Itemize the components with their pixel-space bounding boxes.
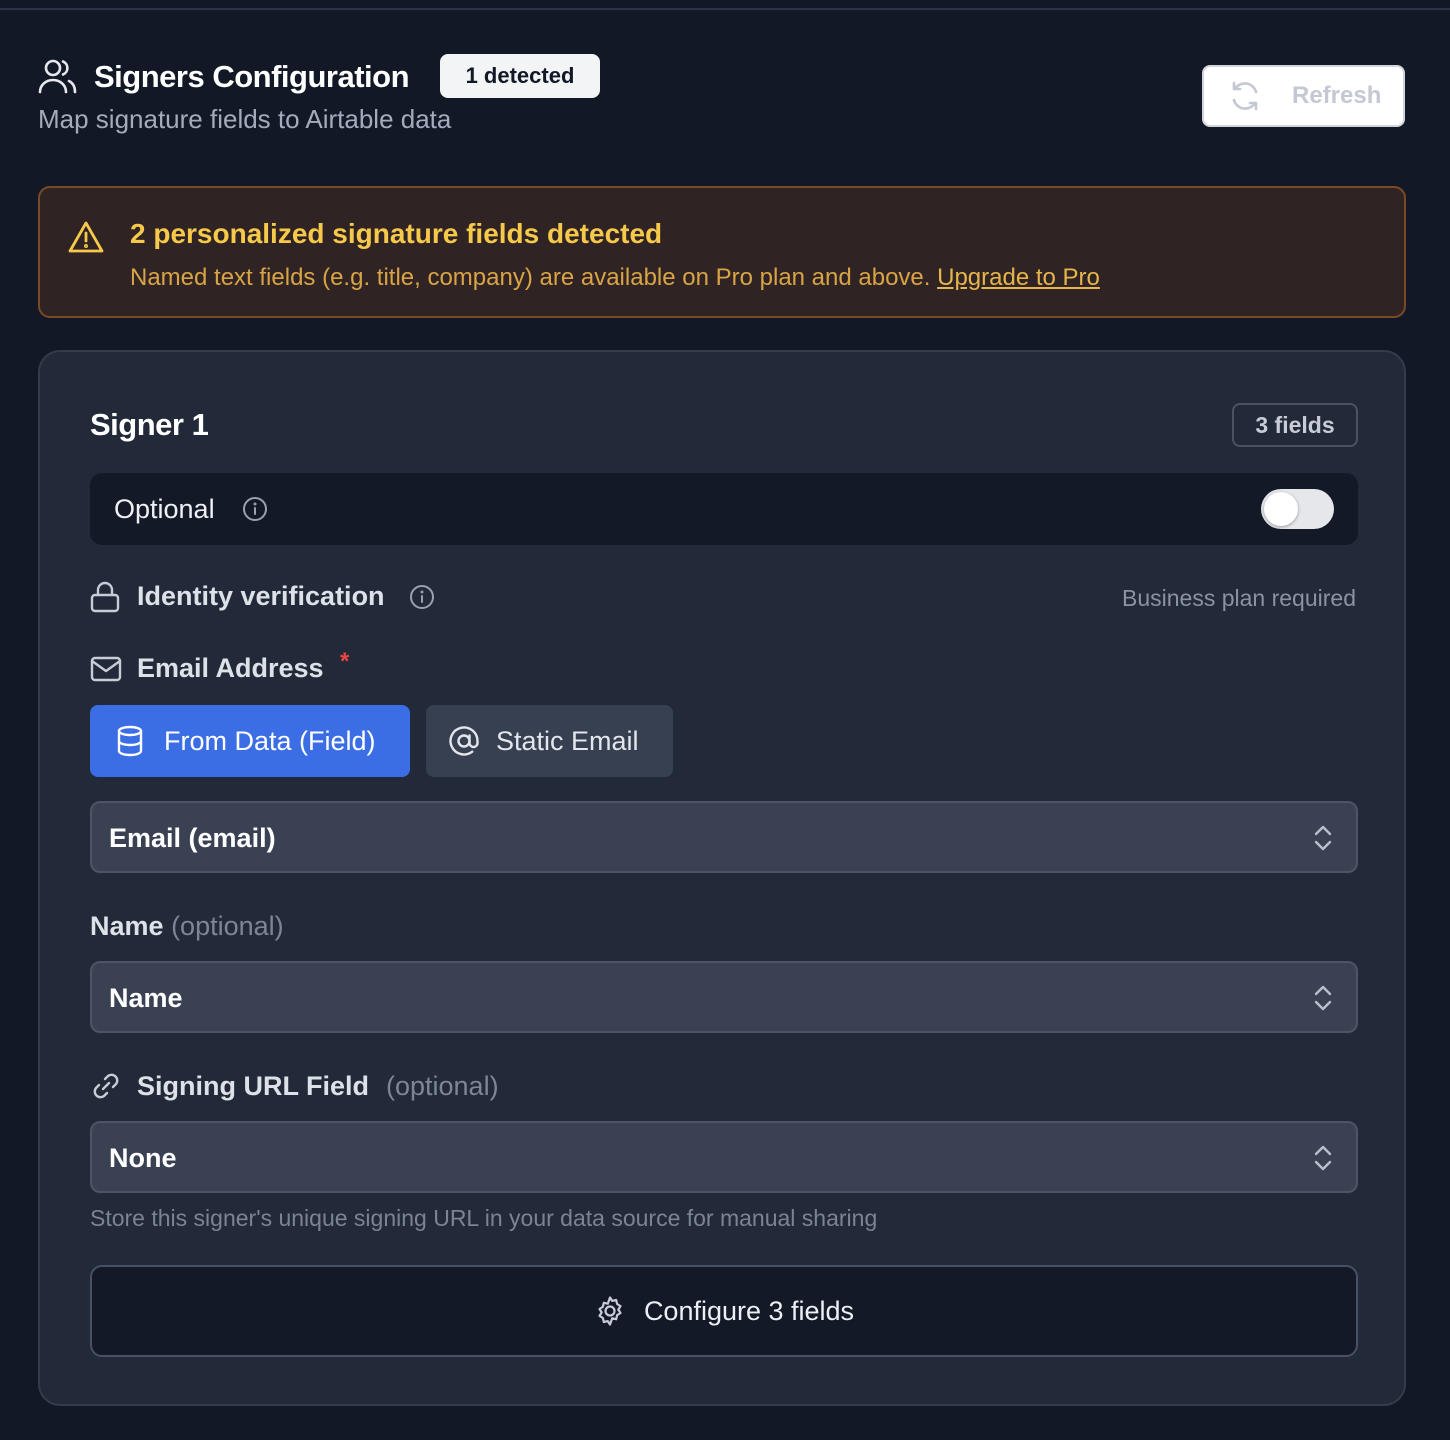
warning-body: Named text fields (e.g. title, company) …	[130, 262, 1100, 294]
warning-triangle-icon	[68, 221, 104, 253]
from-data-button[interactable]: From Data (Field)	[90, 705, 410, 777]
configure-fields-button[interactable]: Configure 3 fields	[90, 1265, 1358, 1357]
name-label: Name (optional)	[90, 908, 284, 944]
chevron-up-down-icon	[1314, 1145, 1332, 1171]
name-optional-text: (optional)	[171, 911, 284, 941]
warning-title: 2 personalized signature fields detected	[130, 218, 663, 249]
optional-label: Optional	[114, 494, 215, 524]
name-select-value: Name	[109, 983, 183, 1013]
fields-count-badge: 3 fields	[1232, 403, 1358, 447]
signing-url-label: Signing URL Field	[137, 1071, 369, 1101]
refresh-label: Refresh	[1292, 82, 1382, 109]
email-select-value: Email (email)	[109, 823, 276, 853]
top-divider	[0, 8, 1450, 10]
warning-text: Named text fields (e.g. title, company) …	[130, 264, 938, 291]
page-subtitle: Map signature fields to Airtable data	[38, 104, 452, 134]
chevron-up-down-icon	[1314, 985, 1332, 1011]
from-data-label: From Data (Field)	[164, 725, 376, 756]
mail-icon	[90, 656, 122, 682]
static-email-button[interactable]: Static Email	[426, 705, 673, 777]
info-icon[interactable]	[409, 584, 435, 610]
info-icon[interactable]	[242, 496, 268, 522]
business-plan-note: Business plan required	[1122, 585, 1356, 611]
static-email-label: Static Email	[496, 725, 639, 756]
optional-row: Optional	[90, 473, 1358, 545]
chevron-up-down-icon	[1314, 825, 1332, 851]
lock-icon	[90, 581, 120, 613]
database-icon	[117, 725, 143, 757]
signing-url-select-value: None	[109, 1143, 177, 1173]
gear-icon	[598, 1296, 622, 1326]
signer-title: Signer 1	[90, 407, 209, 442]
name-label-text: Name	[90, 911, 164, 941]
configure-fields-label: Configure 3 fields	[643, 1295, 855, 1326]
link-icon	[93, 1073, 119, 1099]
identity-verification-label: Identity verification	[137, 581, 385, 611]
upgrade-link[interactable]: Upgrade to Pro	[937, 264, 1100, 291]
users-icon	[38, 59, 77, 94]
signing-url-select[interactable]: None	[90, 1121, 1358, 1193]
toggle-knob	[1264, 492, 1298, 526]
signing-url-helper: Store this signer's unique signing URL i…	[90, 1205, 878, 1231]
email-address-label: Email Address	[137, 653, 324, 683]
required-asterisk: *	[340, 648, 350, 675]
page-title: Signers Configuration	[94, 59, 410, 94]
signer-card: Signer 1 3 fields Optional Identity veri…	[38, 350, 1406, 1406]
name-field-select[interactable]: Name	[90, 961, 1358, 1033]
signing-url-optional: (optional)	[386, 1071, 499, 1101]
optional-toggle[interactable]	[1261, 489, 1334, 529]
email-field-select[interactable]: Email (email)	[90, 801, 1358, 873]
refresh-button[interactable]: Refresh	[1202, 65, 1405, 127]
warning-banner: 2 personalized signature fields detected…	[38, 186, 1406, 318]
detected-badge: 1 detected	[440, 54, 600, 98]
refresh-icon	[1232, 81, 1258, 111]
at-sign-icon	[449, 726, 479, 756]
